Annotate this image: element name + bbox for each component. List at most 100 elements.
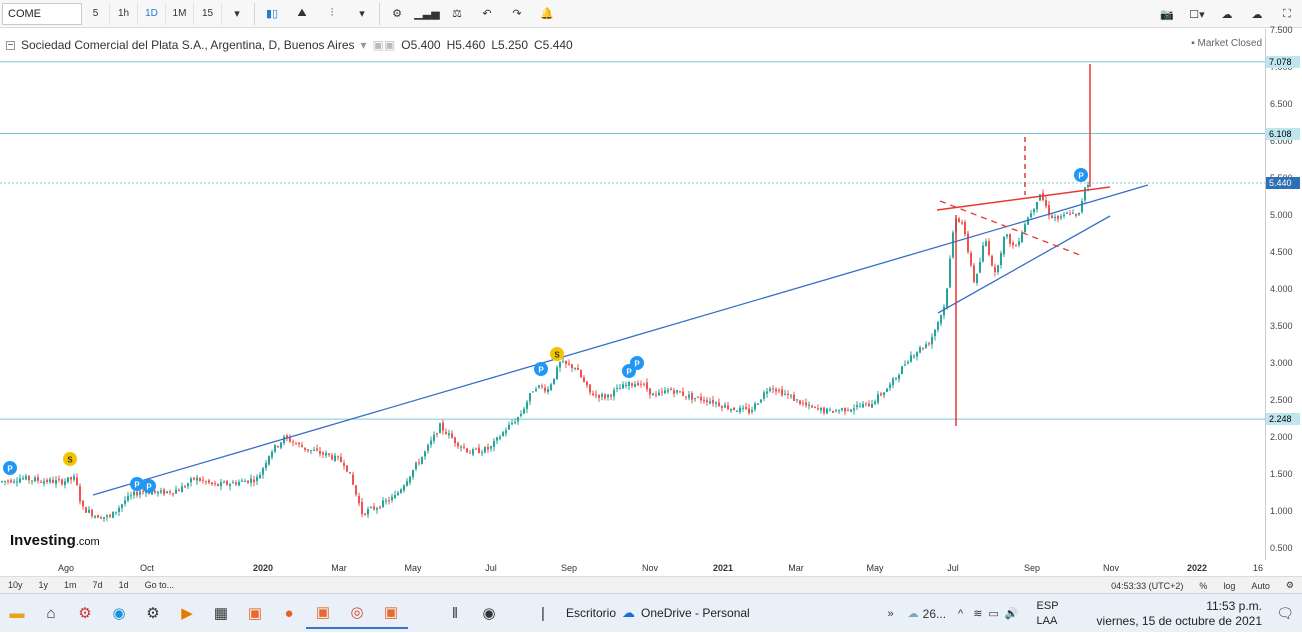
auto-toggle[interactable]: Auto <box>1243 581 1278 591</box>
price-level-tag: 7.078 <box>1266 55 1300 68</box>
layout-icon[interactable]: ☐▾ <box>1182 3 1212 25</box>
range-button[interactable]: 1y <box>31 580 57 590</box>
legend-settings-icon[interactable]: ▣▣ <box>373 38 396 52</box>
chrome-icon[interactable]: ◎ <box>340 597 374 629</box>
candle-body <box>943 306 945 316</box>
media-player-icon[interactable]: ▶ <box>170 597 204 629</box>
gear-icon[interactable]: ⚙ <box>382 3 412 25</box>
candle-body <box>610 394 612 397</box>
dropdown-chevron-icon[interactable]: ▾ <box>347 3 377 25</box>
price-tick-label: 7.500 <box>1270 24 1293 35</box>
weather-text[interactable]: 26... <box>923 607 946 621</box>
wifi-icon[interactable]: ≋ <box>973 607 982 620</box>
percent-toggle[interactable]: % <box>1191 581 1215 591</box>
log-toggle[interactable]: log <box>1215 581 1243 591</box>
interval-button[interactable]: 1D <box>138 2 166 25</box>
undo-icon[interactable]: ↶ <box>472 3 502 25</box>
chevron-right-icon[interactable]: » <box>888 608 894 620</box>
onedrive-label[interactable]: OneDrive - Personal <box>641 606 750 620</box>
candle-body <box>928 343 930 345</box>
range-button[interactable]: 10y <box>0 580 31 590</box>
volume-icon[interactable]: 🔊 <box>1005 607 1019 620</box>
gear-icon[interactable]: ⚙ <box>1278 580 1302 591</box>
candle-body <box>820 407 822 411</box>
candle-body <box>427 444 429 451</box>
redo-icon[interactable]: ↷ <box>502 3 532 25</box>
candle-body <box>106 515 108 518</box>
camera-icon[interactable]: 📷 <box>1152 3 1182 25</box>
language-indicator[interactable]: ESP LAA <box>1037 599 1059 629</box>
candle-body <box>172 493 174 495</box>
candle-body <box>457 442 459 447</box>
taskbar-clock[interactable]: 11:53 p.m. viernes, 15 de octubre de 202… <box>1097 599 1262 629</box>
candle-body <box>331 455 333 460</box>
candle-body <box>979 262 981 273</box>
interval-button[interactable]: 5 <box>82 2 110 25</box>
candle-body <box>697 396 699 398</box>
candle-body <box>280 442 282 448</box>
candle-body <box>430 440 432 445</box>
app-icon[interactable]: ▣ <box>238 597 272 629</box>
alert-icon[interactable]: 🔔 <box>532 3 562 25</box>
candle-body <box>832 410 834 413</box>
fullscreen-icon[interactable]: ⛶ <box>1272 3 1302 25</box>
chart-canvas[interactable]: PSPPSPPPP <box>0 29 1266 560</box>
calculator-icon[interactable]: ▦ <box>204 597 238 629</box>
range-button[interactable]: 1d <box>111 580 137 590</box>
settings-icon[interactable]: ⚙ <box>136 597 170 629</box>
orange-app-icon-2[interactable]: ▣ <box>374 597 408 629</box>
indicators-icon[interactable]: ▁▃▅ <box>412 3 442 25</box>
firefox-icon[interactable]: ● <box>272 597 306 629</box>
time-axis[interactable]: Ago Oct 2020 Mar May Jul Sep Nov 2021 Mar May Jul Se… <box>0 560 1266 576</box>
bars-icon[interactable]: ⫶ <box>317 3 347 25</box>
candle-body <box>793 394 795 401</box>
candle-body <box>700 396 702 401</box>
candle-body <box>379 506 381 508</box>
candlestick-icon[interactable]: ▮▯ <box>257 3 287 25</box>
cloud-upload-icon[interactable]: ☁ <box>1242 3 1272 25</box>
dropdown-chevron-icon[interactable]: ▾ <box>222 3 252 25</box>
edge-icon[interactable]: ◉ <box>102 597 136 629</box>
candle-body <box>709 401 711 404</box>
cloud-download-icon[interactable]: ☁ <box>1212 3 1242 25</box>
network-app-icon[interactable]: ⚙ <box>68 597 102 629</box>
candle-body <box>1027 217 1029 225</box>
compare-icon[interactable]: ⚖ <box>442 3 472 25</box>
candle-body <box>1033 208 1035 213</box>
range-button[interactable]: 1m <box>56 580 85 590</box>
range-button[interactable]: 7d <box>85 580 111 590</box>
candle-body <box>13 481 15 483</box>
tray-up-icon[interactable]: ^ <box>958 608 963 620</box>
interval-group: 5 1h 1D 1M 15 <box>82 2 222 25</box>
battery-icon[interactable]: ▭ <box>988 607 998 620</box>
candle-body <box>619 388 621 390</box>
obs-icon[interactable]: ◉ <box>472 597 506 629</box>
candle-body <box>361 501 363 515</box>
candle-body <box>100 517 102 519</box>
escritorio-label[interactable]: Escritorio <box>566 606 616 620</box>
candle-body <box>244 480 246 483</box>
home-icon[interactable]: ⌂ <box>34 597 68 629</box>
candle-body <box>169 491 171 493</box>
range-button[interactable]: Go to... <box>137 580 183 590</box>
orange-app-icon[interactable]: ▣ <box>306 597 340 629</box>
legend-menu-icon[interactable]: ▾ <box>361 38 367 52</box>
interval-button[interactable]: 15 <box>194 2 222 25</box>
area-chart-icon[interactable]: ⛰ <box>287 3 317 25</box>
file-explorer-icon[interactable]: ▬ <box>0 597 34 629</box>
time-tick-label: Sep <box>560 563 578 573</box>
legend-close: C5.440 <box>534 38 573 52</box>
candle-body <box>178 490 180 492</box>
candle-body <box>535 388 537 391</box>
collapse-icon[interactable]: − <box>6 40 15 50</box>
candle-body <box>490 446 492 449</box>
price-axis[interactable]: 7.5007.0006.5006.0005.5005.0004.5004.000… <box>1266 25 1302 560</box>
candle-body <box>334 455 336 461</box>
price-tick-label: 1.000 <box>1270 505 1293 516</box>
symbol-input[interactable]: COME <box>2 2 82 25</box>
interval-button[interactable]: 1M <box>166 2 194 25</box>
notification-icon[interactable]: 🗨 <box>1276 605 1294 622</box>
price-chart[interactable]: PSP PSP PPP <box>0 29 1266 560</box>
candle-body <box>1006 234 1008 237</box>
interval-button[interactable]: 1h <box>110 2 138 25</box>
